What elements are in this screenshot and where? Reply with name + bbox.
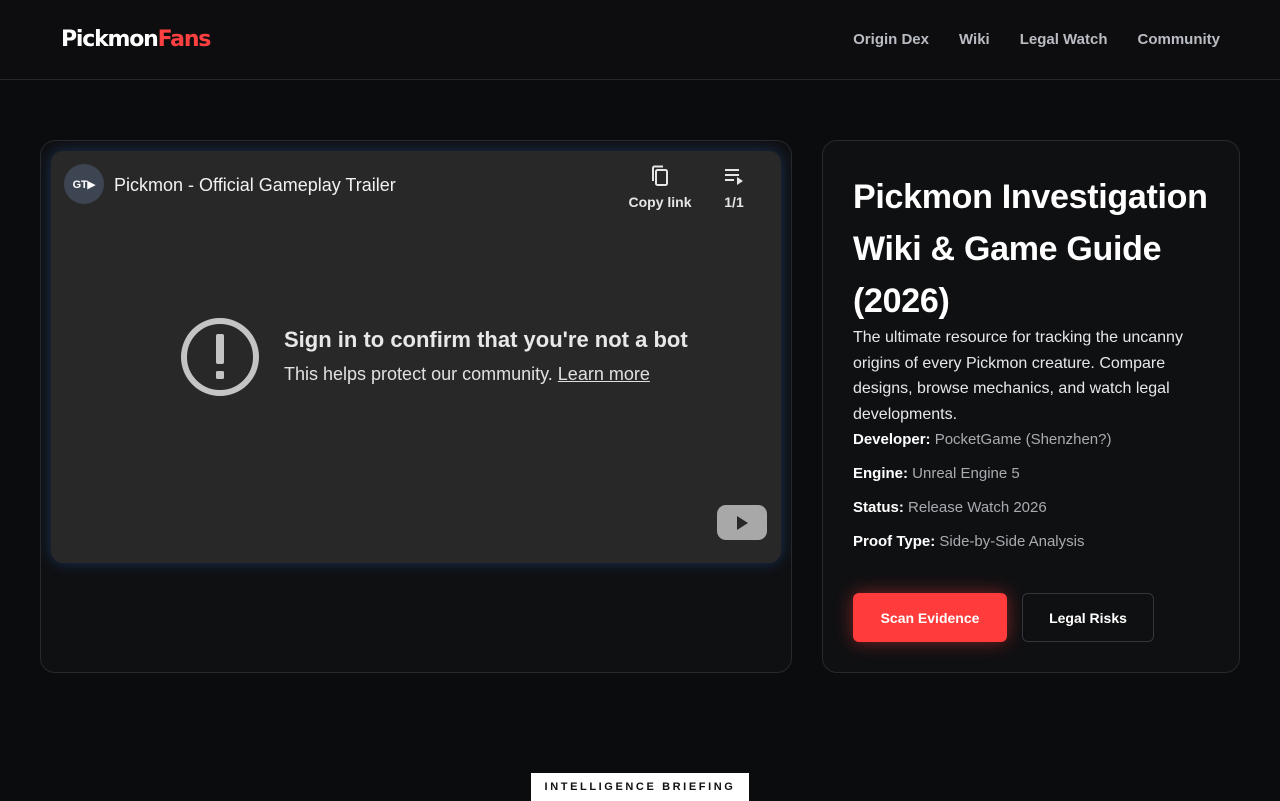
embedded-video-player[interactable]: GT▶ Pickmon - Official Gameplay Trailer … <box>51 151 781 563</box>
game-info-card: Pickmon Investigation Wiki & Game Guide … <box>822 140 1240 673</box>
scan-evidence-button[interactable]: Scan Evidence <box>853 593 1007 642</box>
meta-label: Engine: <box>853 465 908 482</box>
video-title[interactable]: Pickmon - Official Gameplay Trailer <box>114 174 396 196</box>
section-label: INTELLIGENCE BRIEFING <box>531 773 749 801</box>
copy-icon <box>652 165 668 186</box>
meta-value: Unreal Engine 5 <box>912 465 1020 482</box>
channel-avatar[interactable]: GT▶ <box>64 164 104 204</box>
playlist-button[interactable]: 1/1 <box>716 164 752 210</box>
meta-developer: Developer: PocketGame (Shenzhen?) <box>853 430 1223 450</box>
legal-risks-button[interactable]: Legal Risks <box>1022 593 1154 642</box>
copy-link-button[interactable]: Copy link <box>627 164 693 210</box>
page-title: Pickmon Investigation Wiki & Game Guide … <box>853 178 1208 320</box>
meta-value: Side-by-Side Analysis <box>939 533 1085 550</box>
meta-label: Developer: <box>853 431 931 448</box>
meta-proof-type: Proof Type: Side-by-Side Analysis <box>853 532 1223 552</box>
nav-link-wiki[interactable]: Wiki <box>959 30 990 50</box>
site-header: PickmonFans Origin Dex Wiki Legal Watch … <box>0 0 1280 80</box>
bot-check-text: This helps protect our community. <box>284 364 553 384</box>
video-card: GT▶ Pickmon - Official Gameplay Trailer … <box>40 140 792 673</box>
playlist-icon <box>725 169 743 185</box>
copy-link-label: Copy link <box>628 194 692 210</box>
meta-value: Release Watch 2026 <box>908 499 1047 516</box>
nav-link-community[interactable]: Community <box>1138 30 1221 50</box>
site-logo[interactable]: PickmonFans <box>61 26 212 54</box>
meta-value: PocketGame (Shenzhen?) <box>934 431 1112 448</box>
page-description: The ultimate resource for tracking the u… <box>853 329 1183 423</box>
meta-label: Proof Type: <box>853 533 936 550</box>
nav-link-origin-dex[interactable]: Origin Dex <box>853 30 929 50</box>
meta-engine: Engine: Unreal Engine 5 <box>853 464 1223 484</box>
meta-label: Status: <box>853 499 904 516</box>
bot-check-message: This helps protect our community. Learn … <box>284 362 650 386</box>
logo-text-primary: Pickmon <box>61 27 159 52</box>
meta-status: Status: Release Watch 2026 <box>853 498 1223 518</box>
nav-link-legal-watch[interactable]: Legal Watch <box>1020 30 1108 50</box>
learn-more-link[interactable]: Learn more <box>558 364 650 384</box>
warning-icon <box>181 318 259 396</box>
main-nav: Origin Dex Wiki Legal Watch Community <box>853 30 1220 50</box>
playlist-count: 1/1 <box>724 194 744 210</box>
logo-text-accent: Fans <box>157 27 212 52</box>
youtube-logo-button[interactable] <box>717 505 767 540</box>
bot-check-title: Sign in to confirm that you're not a bot <box>284 327 688 352</box>
youtube-play-icon <box>737 515 748 530</box>
